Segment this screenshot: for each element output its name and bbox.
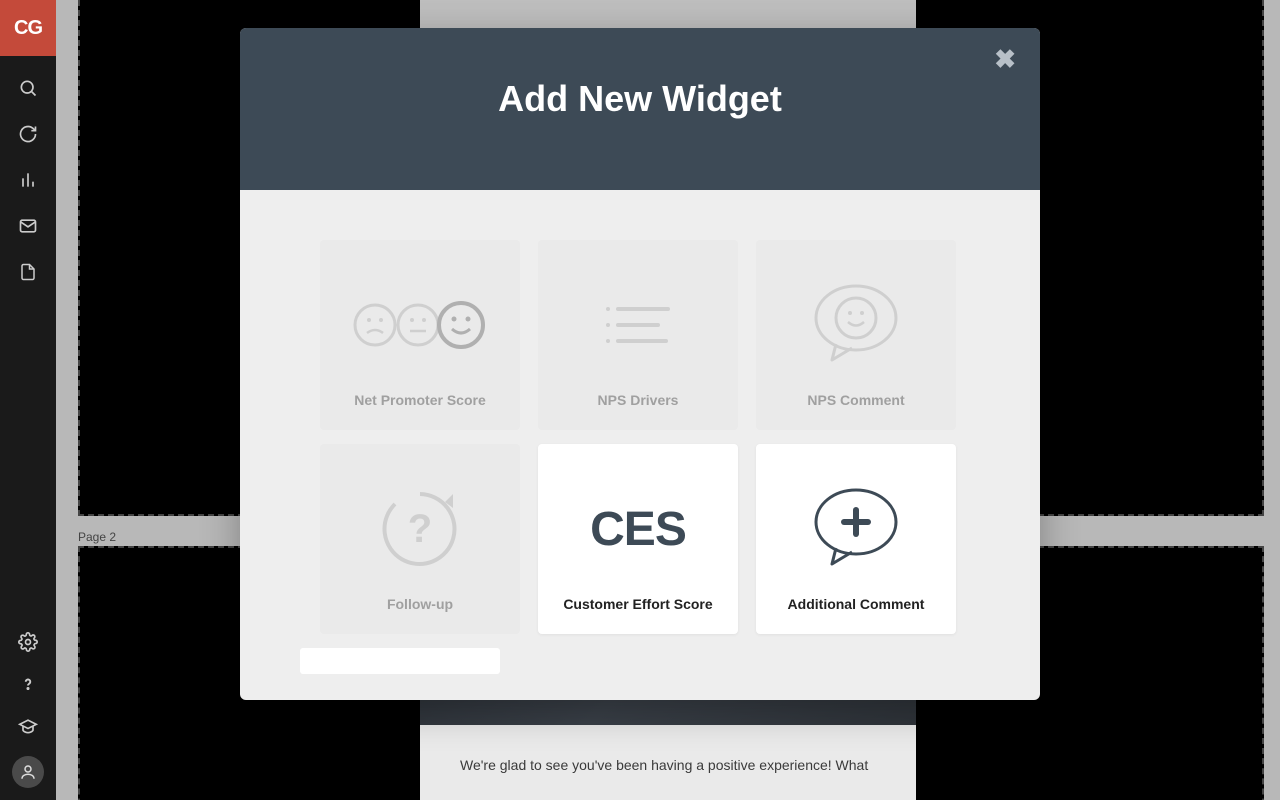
nps-faces-icon [330, 258, 510, 392]
widget-grid: Net Promoter Score NPS D [320, 240, 960, 634]
widget-card-ces[interactable]: CES Customer Effort Score [538, 444, 738, 634]
widget-card-nps-comment[interactable]: NPS Comment [756, 240, 956, 430]
widget-label: Follow-up [387, 596, 453, 612]
modal-body: Net Promoter Score NPS D [240, 190, 1040, 694]
widget-card-nps-drivers[interactable]: NPS Drivers [538, 240, 738, 430]
add-widget-modal: Add New Widget ✖ [240, 28, 1040, 700]
widget-label: Additional Comment [788, 596, 925, 612]
ces-icon: CES [548, 462, 728, 596]
widget-card-followup[interactable]: ? Follow-up [320, 444, 520, 634]
svg-text:?: ? [408, 507, 432, 551]
widget-label: Net Promoter Score [354, 392, 485, 408]
extra-widget-slot[interactable] [300, 648, 500, 674]
widget-label: NPS Drivers [598, 392, 679, 408]
comment-smile-icon [766, 258, 946, 392]
widget-label: NPS Comment [807, 392, 904, 408]
close-icon[interactable]: ✖ [994, 44, 1016, 75]
modal-overlay: Add New Widget ✖ [0, 0, 1280, 800]
modal-title: Add New Widget [498, 78, 782, 120]
followup-icon: ? [330, 462, 510, 596]
widget-card-additional-comment[interactable]: Additional Comment [756, 444, 956, 634]
comment-plus-icon [766, 462, 946, 596]
widget-card-nps[interactable]: Net Promoter Score [320, 240, 520, 430]
list-icon [548, 258, 728, 392]
widget-label: Customer Effort Score [563, 596, 712, 612]
modal-header: Add New Widget ✖ [240, 28, 1040, 190]
